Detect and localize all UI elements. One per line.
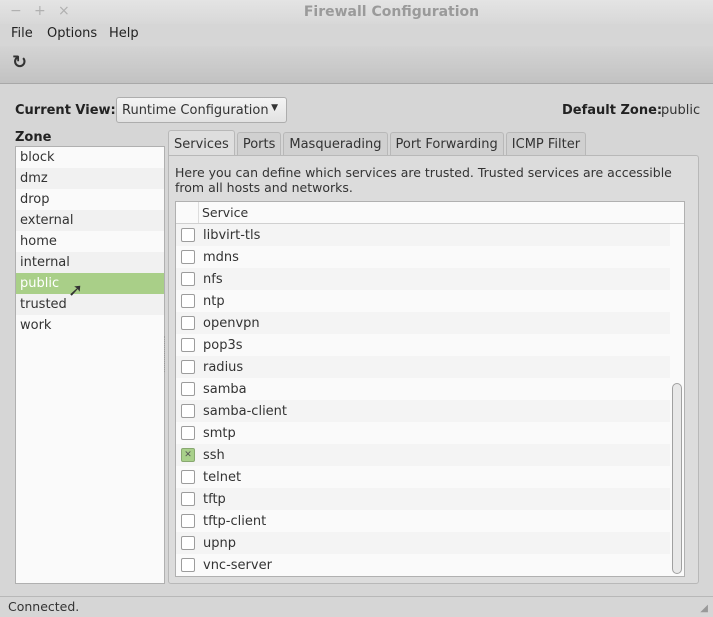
default-zone-value: public (661, 103, 701, 118)
default-zone-label: Default Zone: (562, 103, 663, 118)
service-checkbox[interactable] (181, 272, 195, 286)
toolbar (0, 46, 713, 84)
zone-label: Zone (15, 130, 52, 145)
service-name: radius (203, 359, 244, 375)
tab-ports[interactable]: Ports (236, 132, 282, 156)
zone-item-trusted[interactable]: trusted (16, 294, 164, 315)
tab-port-forwarding[interactable]: Port Forwarding (389, 132, 504, 156)
service-checkbox[interactable] (181, 536, 195, 550)
menu-options[interactable]: Options (47, 26, 97, 41)
table-row[interactable]: ✕ ssh (176, 444, 670, 466)
service-name: ssh (203, 447, 225, 463)
service-checkbox[interactable] (181, 316, 195, 330)
zone-item-work[interactable]: work (16, 315, 164, 336)
service-checkbox[interactable] (181, 360, 195, 374)
table-row[interactable]: vnc-server (176, 554, 670, 576)
status-bar: Connected. (0, 596, 713, 617)
service-checkbox[interactable] (181, 250, 195, 264)
service-name: openvpn (203, 315, 260, 331)
menu-help[interactable]: Help (109, 26, 139, 41)
service-checkbox[interactable] (181, 382, 195, 396)
service-checkbox[interactable] (181, 404, 195, 418)
services-table[interactable]: Service libvirt-tls mdns nfs ntp openvpn pop3… (175, 201, 685, 577)
checkbox-column-header[interactable] (176, 202, 199, 223)
service-checkbox[interactable]: ✕ (181, 448, 195, 462)
service-checkbox[interactable] (181, 492, 195, 506)
zone-list[interactable]: block dmz drop external home internal public tr… (15, 146, 165, 584)
tab-masquerading[interactable]: Masquerading (283, 132, 388, 156)
reload-icon[interactable]: ↻ (12, 52, 27, 73)
services-description: Here you can define which services are t… (175, 165, 672, 195)
menu-file[interactable]: File (11, 26, 33, 41)
tab-services[interactable]: Services (168, 130, 235, 156)
current-view-dropdown[interactable]: Runtime Configuration ▼ (116, 97, 287, 123)
table-row[interactable]: radius (176, 356, 670, 378)
service-column-header[interactable]: Service (199, 202, 251, 223)
service-name: nfs (203, 271, 223, 287)
tab-bar: Services Ports Masquerading Port Forwarding… (168, 130, 588, 156)
table-row[interactable]: upnp (176, 532, 670, 554)
service-name: ntp (203, 293, 225, 309)
table-row[interactable]: ntp (176, 290, 670, 312)
service-name: samba (203, 381, 247, 397)
zone-item-home[interactable]: home (16, 231, 164, 252)
zone-item-block[interactable]: block (16, 147, 164, 168)
service-name: samba-client (203, 403, 288, 419)
service-checkbox[interactable] (181, 294, 195, 308)
service-name: pop3s (203, 337, 243, 353)
service-name: mdns (203, 249, 239, 265)
mouse-cursor-icon: ➚ (68, 280, 84, 301)
current-view-label: Current View: (15, 103, 116, 118)
window-title: Firewall Configuration (303, 4, 480, 20)
dropdown-arrow-icon: ▼ (271, 103, 278, 113)
table-row[interactable]: libvirt-tls (176, 224, 670, 246)
current-view-value: Runtime Configuration (122, 103, 269, 118)
service-name: upnp (203, 535, 236, 551)
service-checkbox[interactable] (181, 558, 195, 572)
table-row[interactable]: pop3s (176, 334, 670, 356)
zone-item-drop[interactable]: drop (16, 189, 164, 210)
service-name: tftp (203, 491, 226, 507)
status-text: Connected. (8, 599, 80, 614)
service-name: smtp (203, 425, 236, 441)
tab-icmp-filter[interactable]: ICMP Filter (505, 132, 587, 156)
table-row[interactable]: openvpn (176, 312, 670, 334)
service-name: libvirt-tls (203, 227, 261, 243)
service-checkbox[interactable] (181, 426, 195, 440)
service-name: vnc-server (203, 557, 272, 573)
service-checkbox[interactable] (181, 470, 195, 484)
zone-item-internal[interactable]: internal (16, 252, 164, 273)
table-row[interactable]: telnet (176, 466, 670, 488)
table-row[interactable]: mdns (176, 246, 670, 268)
table-row[interactable]: tftp-client (176, 510, 670, 532)
zone-item-dmz[interactable]: dmz (16, 168, 164, 189)
table-row[interactable]: smtp (176, 422, 670, 444)
table-row[interactable]: samba-client (176, 400, 670, 422)
service-checkbox[interactable] (181, 338, 195, 352)
resize-grip-icon[interactable]: ◢ (700, 603, 708, 614)
zone-item-public[interactable]: public (16, 273, 164, 294)
service-name: tftp-client (203, 513, 267, 529)
table-row[interactable]: samba (176, 378, 670, 400)
scrollbar-thumb[interactable] (672, 383, 682, 574)
table-row[interactable]: tftp (176, 488, 670, 510)
table-header: Service (176, 202, 684, 224)
service-checkbox[interactable] (181, 514, 195, 528)
service-name: telnet (203, 469, 242, 485)
service-checkbox[interactable] (181, 228, 195, 242)
table-row[interactable]: nfs (176, 268, 670, 290)
zone-item-external[interactable]: external (16, 210, 164, 231)
